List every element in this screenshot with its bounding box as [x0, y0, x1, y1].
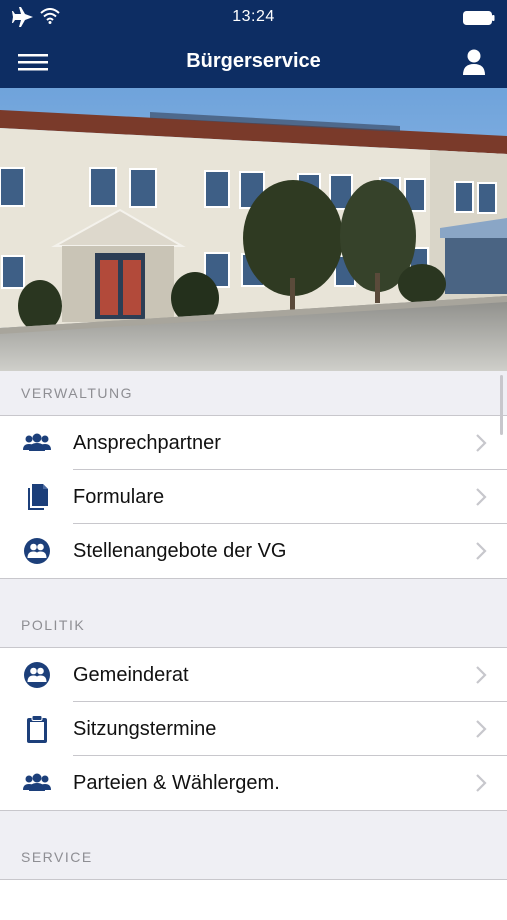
documents-icon — [28, 484, 48, 510]
navigation-bar: Bürgerservice — [0, 36, 507, 88]
section-group-politik: Gemeinderat Sitzungstermine Parteien & W… — [0, 647, 507, 811]
people-circle-icon — [24, 538, 50, 564]
chevron-right-icon — [476, 720, 487, 738]
menu-list: VERWALTUNG Ansprechpartner Formulare Ste… — [0, 371, 507, 920]
list-item-label: Formulare — [73, 486, 165, 508]
section-header-politik: POLITIK — [21, 617, 86, 633]
section-header-verwaltung: VERWALTUNG — [21, 385, 133, 401]
list-item-gemeinderat[interactable]: Gemeinderat — [0, 648, 507, 702]
list-item-label: Sitzungstermine — [73, 718, 217, 740]
list-item-stellenangebote[interactable]: Stellenangebote der VG — [0, 524, 507, 578]
group-icon — [23, 433, 51, 451]
list-item-sitzungstermine[interactable]: Sitzungstermine — [0, 702, 507, 756]
chevron-right-icon — [476, 542, 487, 560]
page-title: Bürgerservice — [186, 50, 321, 72]
chevron-right-icon — [476, 666, 487, 684]
people-circle-icon — [24, 662, 50, 688]
list-item-formulare[interactable]: Formulare — [0, 470, 507, 524]
chevron-right-icon — [476, 488, 487, 506]
user-profile-icon[interactable] — [461, 48, 487, 76]
battery-icon — [463, 11, 495, 25]
status-time: 13:24 — [232, 8, 275, 25]
list-item-ansprechpartner[interactable]: Ansprechpartner — [0, 416, 507, 470]
chevron-right-icon — [476, 774, 487, 792]
list-item-label: Gemeinderat — [73, 664, 189, 686]
list-item-label: Stellenangebote der VG — [73, 540, 287, 562]
section-group-verwaltung: Ansprechpartner Formulare Stellenangebot — [0, 415, 507, 579]
section-header-service: SERVICE — [21, 849, 93, 865]
list-item-parteien[interactable]: Parteien & Wählergem. — [0, 756, 507, 810]
list-item-label: Parteien & Wählergem. — [73, 772, 280, 794]
clipboard-icon — [27, 715, 47, 743]
status-bar: 13:24 — [0, 0, 507, 36]
chevron-right-icon — [476, 434, 487, 452]
list-item-label: Ansprechpartner — [73, 432, 221, 454]
town-hall-photo — [0, 88, 507, 371]
scrollbar[interactable] — [500, 375, 503, 435]
group-icon — [23, 773, 51, 791]
